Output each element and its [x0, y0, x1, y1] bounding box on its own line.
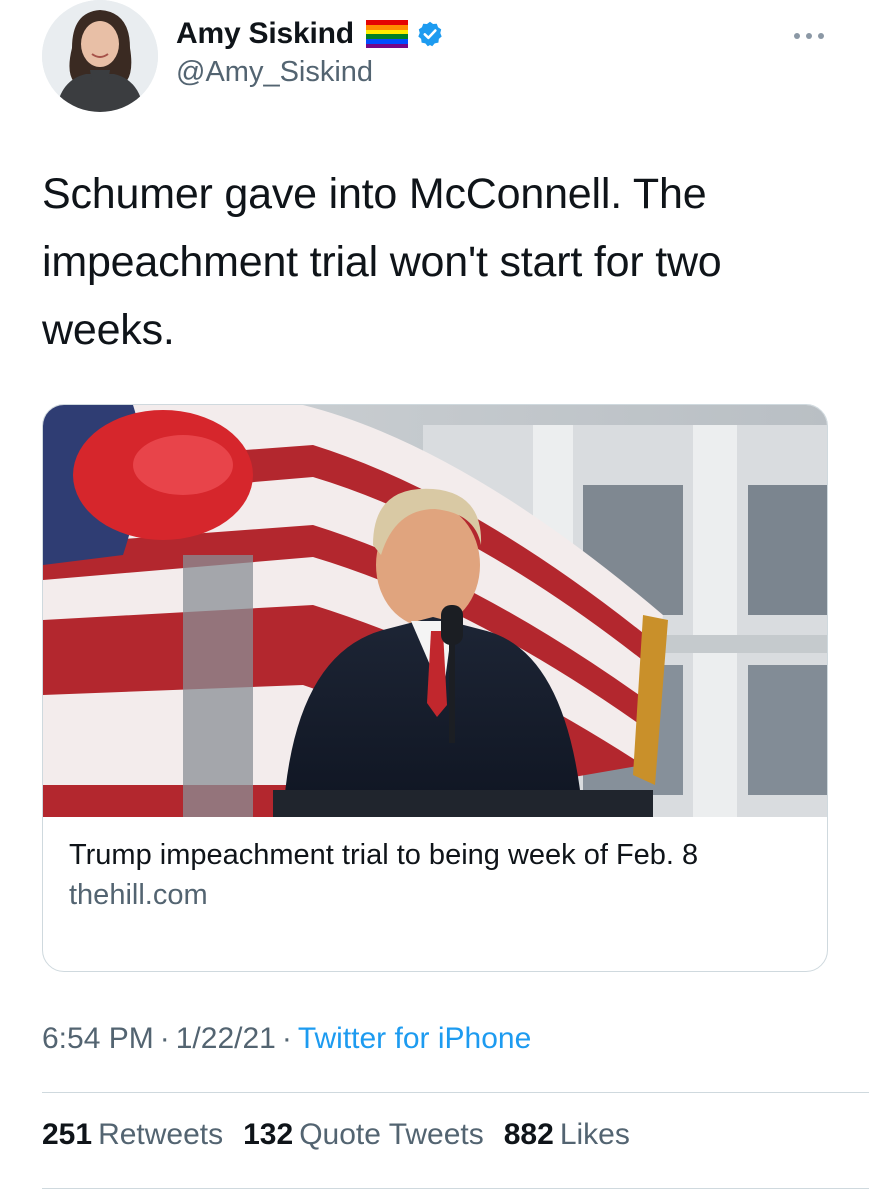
- card-image: [43, 405, 827, 817]
- user-handle[interactable]: @Amy_Siskind: [176, 56, 444, 89]
- ellipsis-icon: [794, 33, 824, 39]
- rainbow-flag-icon: [365, 20, 408, 48]
- likes-stat[interactable]: 882 Likes: [504, 1118, 630, 1152]
- tweet-detail: Amy Siskind @Amy_Siskind Schumer gave in…: [0, 0, 869, 1200]
- retweets-label: Retweets: [98, 1118, 224, 1151]
- avatar[interactable]: [42, 0, 158, 112]
- tweet-time[interactable]: 6:54 PM: [42, 1022, 154, 1055]
- avatar-photo: [42, 0, 158, 112]
- card-body: Trump impeachment trial to being week of…: [69, 835, 809, 915]
- meta-separator: ·: [281, 1022, 292, 1055]
- author-info: Amy Siskind @Amy_Siskind: [176, 14, 444, 89]
- quote-tweets-stat[interactable]: 132 Quote Tweets: [243, 1118, 484, 1152]
- display-name[interactable]: Amy Siskind: [176, 17, 354, 51]
- quote-tweets-count: 132: [243, 1118, 294, 1151]
- engagement-stats: 251 Retweets 132 Quote Tweets 882 Likes: [42, 1118, 630, 1152]
- retweets-stat[interactable]: 251 Retweets: [42, 1118, 223, 1152]
- verified-badge-icon: [416, 20, 444, 48]
- tweet-text: Schumer gave into McConnell. The impeach…: [42, 170, 722, 354]
- likes-count: 882: [503, 1118, 554, 1151]
- meta-separator: ·: [159, 1022, 170, 1055]
- divider: [42, 1092, 869, 1093]
- likes-label: Likes: [559, 1118, 630, 1151]
- tweet-meta: 6:54 PM · 1/22/21 · Twitter for iPhone: [42, 1022, 531, 1056]
- card-title: Trump impeachment trial to being week of…: [69, 839, 699, 871]
- card-domain: thehill.com: [69, 879, 208, 911]
- more-options-button[interactable]: [789, 28, 829, 44]
- divider: [42, 1188, 869, 1189]
- retweets-count: 251: [42, 1118, 93, 1151]
- tweet-date[interactable]: 1/22/21: [176, 1022, 276, 1055]
- tweet-source-link[interactable]: Twitter for iPhone: [298, 1022, 531, 1055]
- name-row: Amy Siskind: [176, 14, 444, 54]
- link-preview-card[interactable]: Trump impeachment trial to being week of…: [42, 404, 828, 972]
- quote-tweets-label: Quote Tweets: [299, 1118, 484, 1151]
